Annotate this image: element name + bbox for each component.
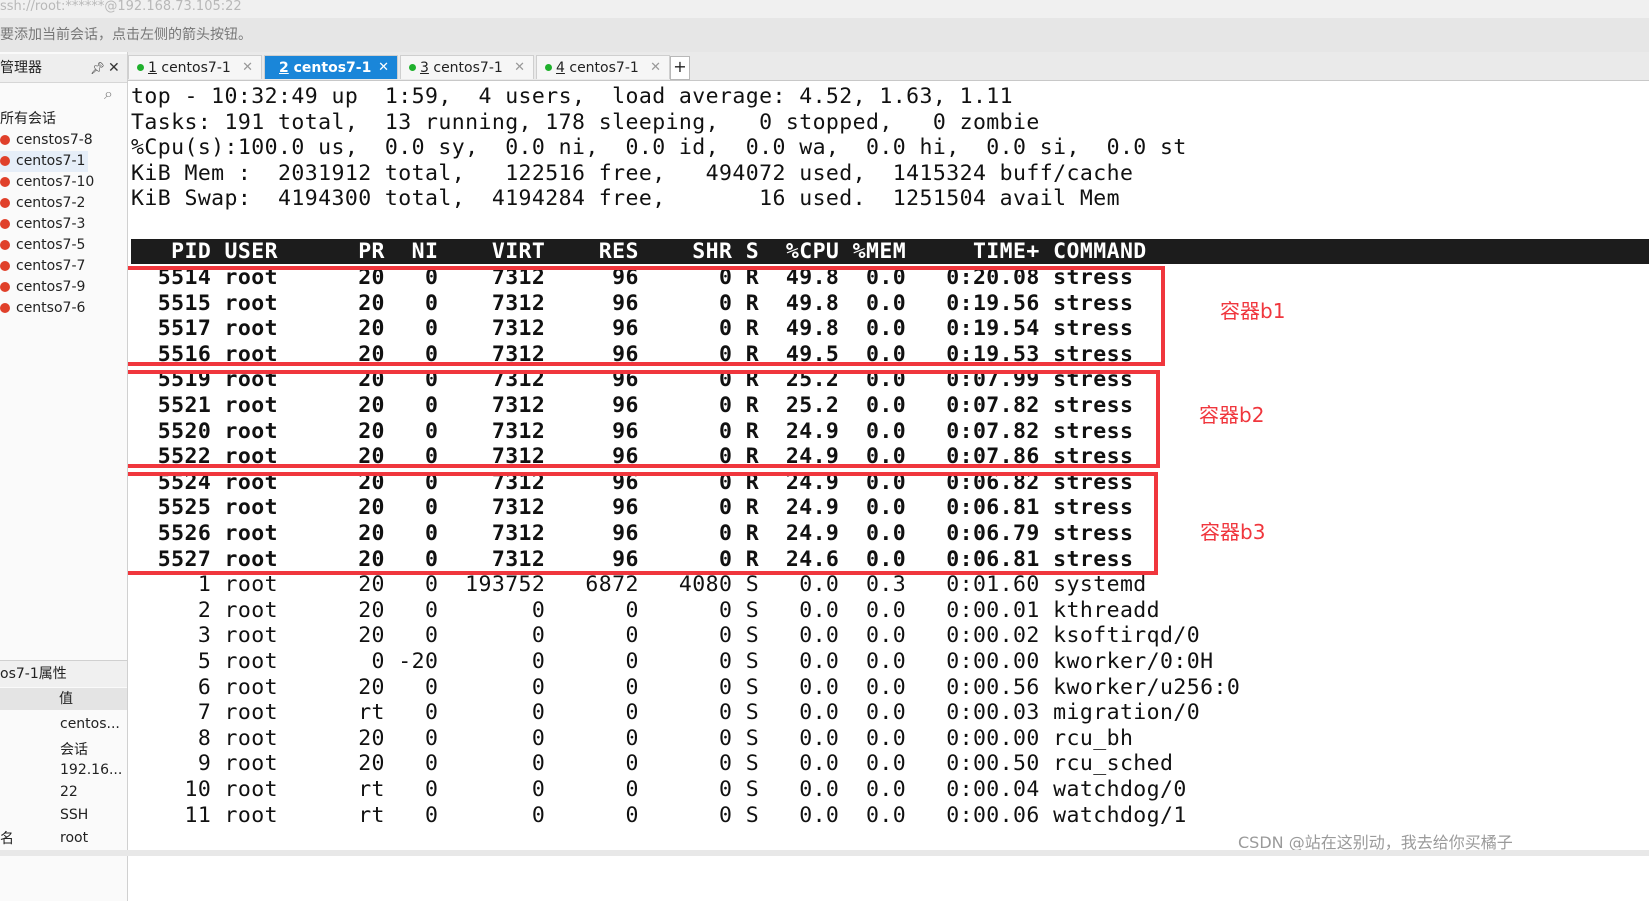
session-tree-label: centos7-10 [16,174,95,190]
session-icon [0,219,10,229]
top-summary-line: KiB Mem : 2031912 total, 122516 free, 49… [131,160,1134,186]
properties-value-column: 值 [59,691,73,707]
session-tree-label: centos7-9 [16,279,86,295]
session-hint-bar: 要添加当前会话，点击左侧的箭头按钮。 [0,18,1649,53]
property-value: SSH [60,807,89,824]
tab-label: centos7-1 [433,60,503,76]
add-tab-button[interactable]: + [670,56,690,80]
session-icon [0,303,10,313]
tab-session[interactable]: 4 centos7-1 ✕ [536,55,670,79]
tab-label: centos7-1 [161,60,231,76]
process-row: 6 root 20 0 0 0 0 S 0.0 0.0 0:00.56 kwor… [131,674,1241,700]
session-tree-label: centos7-1 [16,153,86,169]
close-tab-icon[interactable]: ✕ [514,56,525,80]
session-icon [0,156,10,166]
session-icon [0,177,10,187]
session-manager-panel: 管理器 📌︎ ✕ ⌕ 所有会话 censtos7-8 centos7-1 cento… [0,52,128,901]
process-row: 10 root rt 0 0 0 0 S 0.0 0.0 0:00.04 wat… [131,777,1187,802]
tab-label: centos7-1 [569,60,639,76]
process-row: 11 root rt 0 0 0 0 S 0.0 0.0 0:00.06 wat… [131,802,1187,828]
session-tree-item[interactable]: centos7-7 [0,256,85,277]
tab-session[interactable]: 3 centos7-1 ✕ [400,55,534,79]
session-tree-label: centos7-7 [16,258,86,274]
session-icon [0,261,10,271]
tab-number: 4 [556,60,565,76]
process-header-text: PID USER PR NI VIRT RES SHR S %CPU %MEM … [131,239,1147,264]
top-summary-line: KiB Swap: 4194300 total, 4194284 free, 1… [131,186,1120,212]
property-value: centos... [60,716,120,732]
session-tree-item[interactable]: centos7-3 [0,214,85,235]
session-tree-label: centos7-5 [16,237,86,253]
annotation-box-b1 [128,266,1165,366]
session-tree-item[interactable]: centos7-10 [0,172,94,193]
tree-root-all-sessions[interactable]: 所有会话 [0,108,56,128]
session-tree-label: centso7-6 [16,300,86,316]
top-summary-line: top - 10:32:49 up 1:59, 4 users, load av… [131,84,1014,109]
session-tree-label: censtos7-8 [16,132,93,148]
session-manager-header: 管理器 📌︎ ✕ [0,54,127,83]
process-row: 9 root 20 0 0 0 0 S 0.0 0.0 0:00.50 rcu_… [131,751,1174,777]
top-summary-line: %Cpu(s):100.0 us, 0.0 sy, 0.0 ni, 0.0 id… [131,135,1187,161]
session-manager-title: 管理器 [0,60,42,76]
search-icon[interactable]: ⌕ [104,84,113,104]
close-tab-icon[interactable]: ✕ [242,56,253,80]
session-icon [0,282,10,292]
properties-title: os7-1属性 [0,660,127,687]
top-summary-line: Tasks: 191 total, 13 running, 178 sleepi… [131,109,1040,135]
session-tree-item[interactable]: centso7-6 [0,298,85,319]
session-tree-item[interactable]: centos7-9 [0,277,85,298]
properties-column-header: 值 [0,688,127,710]
process-table-header: PID USER PR NI VIRT RES SHR S %CPU %MEM … [131,239,1649,264]
close-tab-icon[interactable]: ✕ [378,56,389,80]
annotation-box-b2 [128,370,1160,468]
session-tree-item[interactable]: centos7-5 [0,235,85,256]
session-hint-text: 要添加当前会话，点击左侧的箭头按钮。 [0,27,252,43]
tab-label: centos7-1 [293,60,372,76]
property-value: 192.16... [60,761,123,778]
status-bar [0,850,1649,856]
pin-icon[interactable]: 📌︎ [90,54,105,82]
session-icon [0,240,10,250]
close-panel-icon[interactable]: ✕ [108,54,120,82]
connected-status-icon [545,64,552,71]
properties-name-label: 名 [0,831,14,847]
session-icon [0,135,10,145]
session-tree-label: centos7-3 [16,216,86,232]
process-row: 5 root 0 -20 0 0 0 S 0.0 0.0 0:00.00 kwo… [131,649,1214,674]
process-row: 2 root 20 0 0 0 0 S 0.0 0.0 0:00.01 kthr… [131,597,1161,623]
property-value: root [60,830,89,846]
connected-status-icon [137,64,144,71]
tab-number: 1 [148,60,157,76]
session-tab-bar: 1 centos7-1 ✕ 2 centos7-1 ✕ 3 centos7-1 ✕ 4 ce… [128,52,1649,81]
process-row: 1 root 20 0 193752 6872 4080 S 0.0 0.3 0… [131,572,1147,598]
tab-number: 3 [420,60,429,76]
property-value: 22 [60,784,78,801]
tab-session[interactable]: 1 centos7-1 ✕ [128,55,262,79]
tab-number: 2 [279,60,289,76]
connected-status-icon [409,64,416,71]
annotation-label-b2: 容器b2 [1199,403,1265,427]
session-tree-item[interactable]: censtos7-8 [0,130,93,151]
annotation-label-b3: 容器b3 [1200,520,1266,544]
process-row: 8 root 20 0 0 0 0 S 0.0 0.0 0:00.00 rcu_… [131,725,1134,751]
annotation-box-b3 [128,472,1158,575]
session-tree-item[interactable]: centos7-1 [0,151,88,172]
property-value: 会话 [60,741,88,758]
close-tab-icon[interactable]: ✕ [650,56,661,80]
annotation-label-b1: 容器b1 [1220,299,1286,323]
session-tree-item[interactable]: centos7-2 [0,193,85,214]
tab-session[interactable]: 2 centos7-1 ✕ [264,55,398,79]
session-tree-label: centos7-2 [16,195,86,211]
process-row: 3 root 20 0 0 0 0 S 0.0 0.0 0:00.02 ksof… [131,623,1201,649]
terminal-screen[interactable]: top - 10:32:49 up 1:59, 4 users, load av… [128,81,1649,901]
session-icon [0,198,10,208]
window-title: ssh://root:******@192.168.73.105:22 [0,0,1649,18]
process-row: 7 root rt 0 0 0 0 S 0.0 0.0 0:00.03 migr… [131,700,1201,726]
